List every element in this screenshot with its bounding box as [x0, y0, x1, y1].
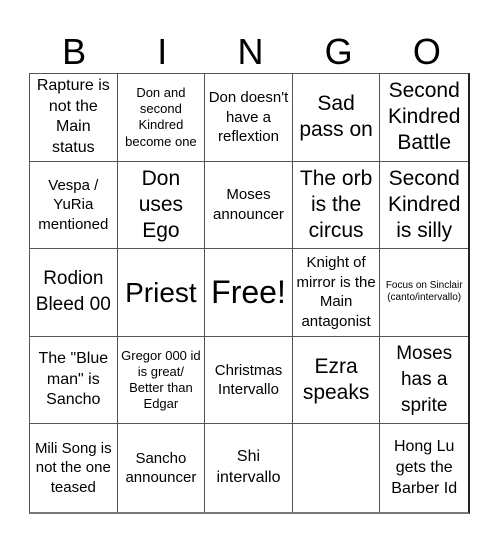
bingo-cell-r4c5[interactable]: Moses has a sprite [380, 337, 468, 425]
bingo-cell-r4c4[interactable]: Ezra speaks [292, 336, 381, 425]
bingo-cell-r5c1[interactable]: Mili Song is not the one teased [30, 424, 118, 512]
bingo-cell-r4c3[interactable]: Christmas Intervallo [205, 336, 293, 425]
bingo-cell-r1c1[interactable]: Rapture is not the Main status [30, 74, 118, 162]
bingo-cell-r4c2[interactable]: Gregor 000 id is great/ Better than Edga… [117, 336, 206, 425]
bingo-cell-r1c2[interactable]: Don and second Kindred become one [117, 74, 206, 162]
bingo-cell-r2c5[interactable]: Second Kindred is silly [380, 162, 468, 250]
bingo-cell-r3c1[interactable]: Rodion Bleed 00 [30, 249, 118, 337]
bingo-header: B I N G O [30, 30, 471, 74]
bingo-cell-r5c2[interactable]: Sancho announcer [118, 424, 206, 512]
bingo-cell-r1c4[interactable]: Sad pass on [292, 74, 381, 162]
bingo-cell-r2c3[interactable]: Moses announcer [205, 161, 293, 250]
bingo-cell-r5c3[interactable]: Shi intervallo [205, 424, 293, 512]
bingo-cell-r3c2[interactable]: Priest [117, 249, 206, 337]
bingo-cell-r3c4[interactable]: Knight of mirror is the Main antagonist [292, 249, 381, 337]
bingo-cell-r2c2[interactable]: Don uses Ego [117, 161, 206, 250]
header-letter-b: B [62, 31, 87, 72]
header-letter-g: G [324, 31, 353, 72]
bingo-cell-r3c5[interactable]: Focus on Sinclair (canto/intervallo) [380, 249, 468, 337]
bingo-cell-r1c5[interactable]: Second Kindred Battle [380, 74, 468, 162]
bingo-cell-r2c1[interactable]: Vespa / YuRia mentioned [30, 161, 118, 250]
bingo-cell-r5c5[interactable]: Hong Lu gets the Barber Id [380, 424, 468, 512]
header-letter-o: O [412, 31, 441, 72]
bingo-board: Rapture is not the Main status Don and s… [29, 73, 470, 514]
header-letter-n: N [237, 31, 264, 72]
bingo-cell-r5c4-empty[interactable] [293, 424, 381, 512]
bingo-cell-r1c3[interactable]: Don doesn't have a reflextion [205, 74, 293, 162]
bingo-cell-r4c1[interactable]: The "Blue man" is Sancho [30, 336, 118, 425]
header-letter-i: I [157, 31, 168, 72]
bingo-cell-free-space[interactable]: Free! [205, 249, 293, 337]
bingo-cell-r2c4[interactable]: The orb is the circus [292, 161, 381, 250]
